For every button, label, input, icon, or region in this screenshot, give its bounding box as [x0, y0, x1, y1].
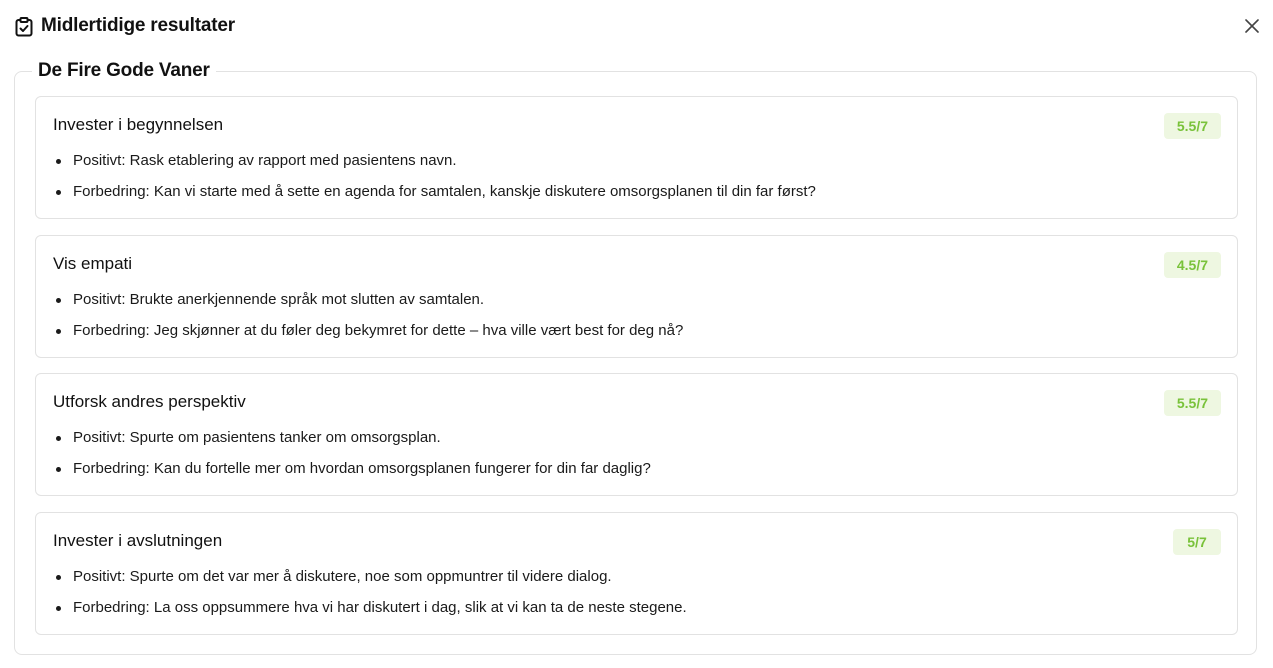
feedback-positive-text: Positivt: Rask etablering av rapport med… [73, 152, 457, 169]
bullet-icon [56, 329, 61, 334]
bullet-icon [56, 298, 61, 303]
score-badge: 5/7 [1173, 529, 1221, 555]
feedback-list: Positivt: Brukte anerkjennende språk mot… [53, 290, 683, 352]
bullet-icon [56, 190, 61, 195]
feedback-improvement-text: Forbedring: La oss oppsummere hva vi har… [73, 599, 687, 616]
feedback-positive: Positivt: Brukte anerkjennende språk mot… [53, 290, 683, 310]
habit-card-invester-begynnelsen: Invester i begynnelsen 5.5/7 Positivt: R… [35, 96, 1238, 219]
feedback-improvement: Forbedring: Jeg skjønner at du føler deg… [53, 321, 683, 341]
habit-title: Invester i avslutningen [53, 531, 223, 550]
score-badge: 5.5/7 [1163, 113, 1221, 139]
score-badge: 5.5/7 [1163, 390, 1221, 416]
feedback-positive: Positivt: Rask etablering av rapport med… [53, 151, 816, 171]
feedback-improvement: Forbedring: La oss oppsummere hva vi har… [53, 598, 687, 618]
bullet-icon [56, 606, 61, 611]
close-button[interactable] [1241, 17, 1263, 39]
feedback-list: Positivt: Spurte om pasientens tanker om… [53, 428, 651, 490]
close-icon[interactable] [1245, 18, 1259, 38]
habit-title: Vis empati [53, 254, 133, 273]
feedback-positive-text: Positivt: Spurte om det var mer å diskut… [73, 568, 612, 585]
feedback-improvement-text: Forbedring: Kan du fortelle mer om hvord… [73, 460, 651, 477]
score-badge: 4.5/7 [1163, 252, 1221, 278]
bullet-icon [56, 575, 61, 580]
feedback-list: Positivt: Spurte om det var mer å diskut… [53, 567, 687, 629]
bullet-icon [56, 159, 61, 164]
feedback-positive-text: Positivt: Brukte anerkjennende språk mot… [73, 291, 485, 308]
feedback-improvement: Forbedring: Kan vi starte med å sette en… [53, 182, 816, 202]
habit-title: Invester i begynnelsen [53, 115, 224, 134]
feedback-improvement-text: Forbedring: Kan vi starte med å sette en… [73, 183, 816, 200]
feedback-improvement: Forbedring: Kan du fortelle mer om hvord… [53, 459, 651, 479]
dialog-header: Midlertidige resultater [0, 0, 1273, 56]
habit-card-vis-empati: Vis empati 4.5/7 Positivt: Brukte anerkj… [35, 235, 1238, 358]
feedback-positive: Positivt: Spurte om pasientens tanker om… [53, 428, 651, 448]
habit-card-invester-avslutningen: Invester i avslutningen 5/7 Positivt: Sp… [35, 512, 1238, 635]
feedback-positive-text: Positivt: Spurte om pasientens tanker om… [73, 429, 441, 446]
feedback-positive: Positivt: Spurte om det var mer å diskut… [53, 567, 687, 587]
bullet-icon [56, 436, 61, 441]
habit-title: Utforsk andres perspektiv [53, 392, 246, 411]
clipboard-check-icon [15, 17, 33, 37]
section-title: De Fire Gode Vaner [32, 59, 216, 83]
feedback-list: Positivt: Rask etablering av rapport med… [53, 151, 816, 213]
feedback-improvement-text: Forbedring: Jeg skjønner at du føler deg… [73, 322, 684, 339]
habit-card-utforsk-perspektiv: Utforsk andres perspektiv 5.5/7 Positivt… [35, 373, 1238, 496]
bullet-icon [56, 467, 61, 472]
dialog-title: Midlertidige resultater [41, 15, 235, 36]
habits-section: De Fire Gode Vaner Invester i begynnelse… [14, 59, 1257, 655]
